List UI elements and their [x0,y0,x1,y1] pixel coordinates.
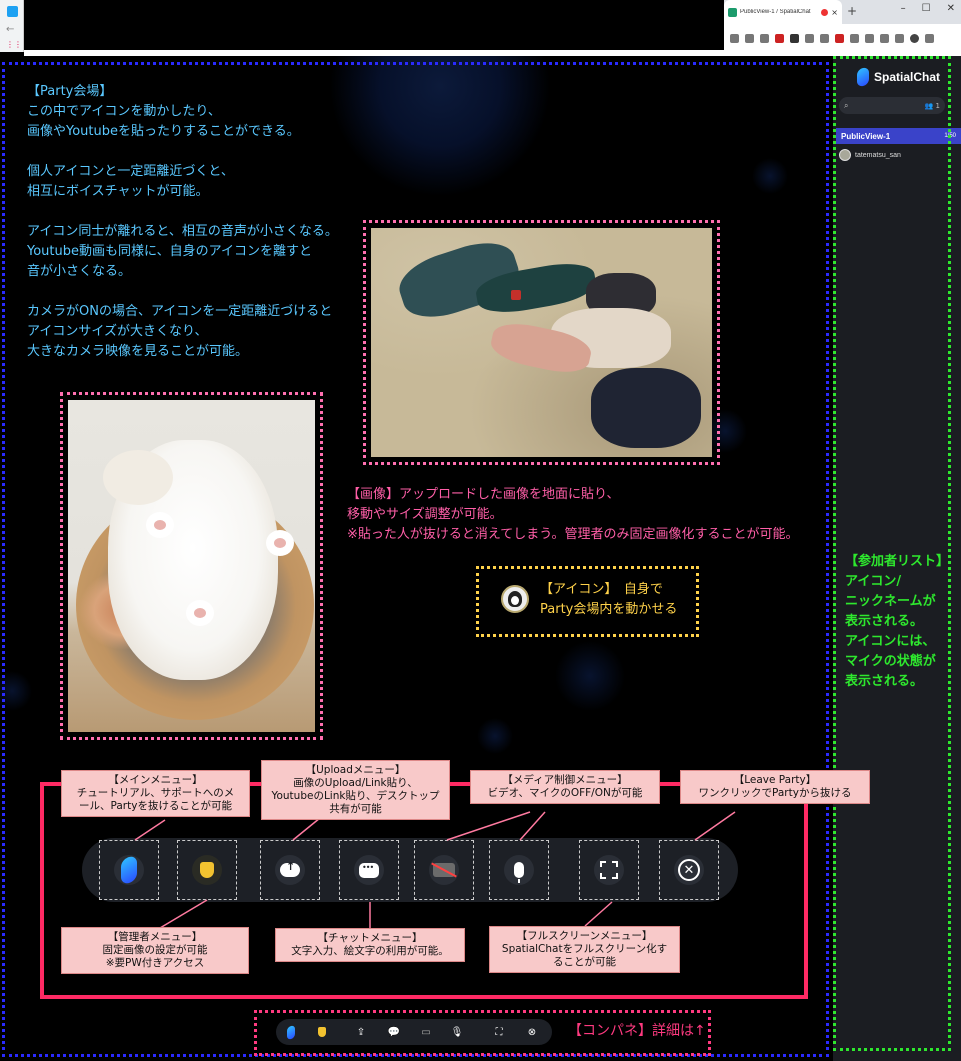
chat-menu-callout: 【チャットメニュー】 文字入力、絵文字の利用が可能。 [275,928,465,962]
spatialchat-logo-icon [287,1024,295,1040]
browser-chrome-left: ← ⋮⋮⋮ [0,0,30,52]
camera-icon[interactable] [730,33,739,43]
back-icon[interactable]: ← [6,24,14,35]
chat-icon [359,862,379,878]
uploaded-image-frame[interactable] [363,220,720,465]
leave-icon: ✕ [678,859,700,881]
microphone-mini-button[interactable]: 🎙 [448,1023,466,1041]
upload-menu-button[interactable] [260,840,320,900]
control-panel: ✕ [62,838,738,902]
new-tab-button[interactable]: + [847,4,857,18]
icon-note: 【アイコン】 自身で Party会場内を動かせる [540,582,678,617]
admin-menu-button[interactable] [177,840,237,900]
admin-menu-callout: 【管理者メニュー】 固定画像の設定が可能 ※要PW付きアクセス [61,927,249,974]
fullscreen-mini-button[interactable]: ⛶ [490,1023,508,1041]
cat-head-shape [103,450,173,505]
camera-mini-button[interactable]: ▭ [417,1023,435,1041]
extension-icon[interactable] [850,33,859,43]
camera-off-icon: ▭ [421,1026,431,1038]
media-menu-callout: 【メディア制御メニュー】 ビデオ、マイクのOFF/ONが可能 [470,770,660,804]
mosaic-shape [511,290,521,300]
menu-dots-icon[interactable] [925,33,934,43]
camera-off-icon [433,863,455,877]
control-panel-note: 【コンパネ】詳細は↑ [568,1023,706,1039]
participant-list-note: 【参加者リスト】 アイコン/ ニックネームが 表示される。 アイコンには、 マイ… [845,554,950,689]
main-menu-callout: 【メインメニュー】 チュートリアル、サポートへのメ ール、Partyを抜けること… [61,770,250,817]
leave-party-button[interactable]: ✕ [659,840,719,900]
admin-menu-mini-button[interactable] [313,1023,331,1041]
browser-tab[interactable]: PublicView-1 / SpatialChat × [724,0,842,24]
cat-paw-shape [146,512,174,538]
extension-icon[interactable] [865,33,874,43]
mosaic-shape [591,368,701,448]
chat-icon: 💬 [387,1026,401,1038]
star-icon[interactable] [760,33,769,43]
cast-icon[interactable] [745,33,754,43]
penguin-face-icon [508,591,522,607]
media-icon[interactable] [895,33,904,43]
minimize-button[interactable]: – [901,3,906,14]
cat-paw-shape [186,600,214,626]
fullscreen-icon: ⛶ [495,1026,503,1038]
party-hall-note: 【Party会場】 この中でアイコンを動かしたり、 画像やYoutubeを貼った… [27,84,338,359]
browser-chrome-right: PublicView-1 / SpatialChat × + – ☐ ✕ [724,0,961,52]
cat-paw-shape [266,530,294,556]
tab-title: PublicView-1 / SpatialChat [740,9,811,15]
extension-icon[interactable] [835,33,844,43]
fullscreen-button[interactable] [579,840,639,900]
admin-shield-icon [192,855,222,885]
spatialchat-logo-icon [121,854,137,886]
chat-mini-button[interactable]: 💬 [385,1023,403,1041]
upload-icon: ⇪ [356,1026,366,1038]
leave-party-callout: 【Leave Party】 ワンクリックでPartyから抜ける [680,770,870,804]
extension-icon[interactable] [820,33,829,43]
fullscreen-icon [600,861,618,879]
twitter-favicon-icon[interactable] [7,6,18,17]
camera-toggle-button[interactable] [414,840,474,900]
main-menu-mini-button[interactable] [282,1023,300,1041]
microphone-toggle-button[interactable] [489,840,549,900]
own-avatar-icon[interactable] [501,585,529,613]
extension-icon[interactable] [790,33,799,43]
recording-indicator-icon [821,8,829,16]
profile-avatar-icon[interactable] [910,33,919,43]
window-controls: – ☐ ✕ [901,3,955,14]
puzzle-icon[interactable] [880,33,889,43]
upload-icon [280,860,300,877]
leave-mini-button[interactable]: ⊗ [523,1023,541,1041]
blacked-out-area [24,0,724,50]
admin-shield-icon [318,1027,326,1037]
maximize-button[interactable]: ☐ [922,3,931,14]
pasted-image-frame[interactable] [60,392,323,740]
leave-icon: ⊗ [527,1026,537,1038]
upload-menu-callout: 【Uploadメニュー】 画像のUpload/Link貼り、 YoutubeのL… [261,760,450,820]
tab-close-button[interactable]: × [831,8,838,17]
uploaded-image[interactable] [371,228,712,457]
extension-icon[interactable] [805,33,814,43]
chat-menu-button[interactable] [339,840,399,900]
fullscreen-menu-callout: 【フルスクリーンメニュー】 SpatialChatをフルスクリーン化す ることが… [489,926,680,973]
microphone-icon [514,862,524,883]
extension-icon[interactable] [775,33,784,43]
close-window-button[interactable]: ✕ [947,3,955,14]
main-menu-button[interactable] [99,840,159,900]
spatialchat-favicon-icon [728,7,737,17]
cat-photo[interactable] [68,400,315,732]
toolbar-extensions [724,24,961,52]
upload-mini-button[interactable]: ⇪ [352,1023,370,1041]
image-note: 【画像】アップロードした画像を地面に貼り、 移動やサイズ調整が可能。 ※貼った人… [347,487,799,542]
microphone-icon: 🎙 [450,1026,464,1038]
